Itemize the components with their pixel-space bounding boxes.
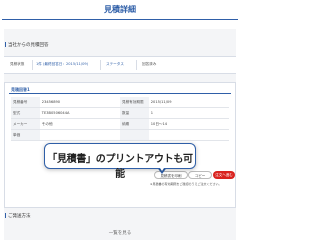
summary-status-heading: ステータス	[106, 62, 124, 66]
field-label: 数量	[119, 107, 149, 119]
quote-summary: 見積状態 1件 (最終回答日：2015/11/09) ステータス 回答済み	[4, 56, 236, 74]
summary-status-value: 回答済み	[142, 62, 157, 66]
field-value: 2015/11/09	[148, 97, 229, 108]
divider	[32, 60, 33, 70]
summary-count[interactable]: 1件 (最終回答日：2015/11/09)	[36, 62, 88, 67]
field-label: 見積有効期限	[119, 97, 149, 108]
table-row: メーカー その他 納期 10日～14	[11, 118, 229, 130]
divider	[136, 60, 137, 70]
callout-bubble: 「見積書」のプリントアウトも可能	[44, 143, 196, 180]
field-label	[119, 129, 149, 141]
section-title-quote-answer: 当社からの見積回答	[5, 42, 49, 48]
table-row: 見積番号 23456890 見積有効期限 2015/11/09	[11, 97, 229, 108]
detail-divider	[9, 93, 231, 94]
quote-note: ※見積書の有効期限をご確認のうえご注文ください。	[150, 182, 222, 186]
section-title-shipping: ご発送方法	[5, 213, 31, 219]
field-label: 単価	[11, 129, 40, 141]
field-value: TE3B0506044A	[39, 107, 120, 119]
divider	[100, 60, 101, 70]
field-label: 見積番号	[11, 97, 40, 108]
callout-text: 「見積書」のプリントアウトも可能	[47, 154, 193, 180]
table-row: 単価	[11, 129, 229, 141]
field-value	[39, 129, 120, 141]
field-value: その他	[39, 118, 120, 130]
order-button[interactable]: 注文へ進む	[213, 171, 235, 179]
field-value: 23456890	[39, 97, 120, 108]
table-row: 型式 TE3B0506044A 数量 1	[11, 107, 229, 119]
field-label: 納期	[119, 118, 149, 130]
field-value: 10日～14	[148, 118, 229, 130]
field-value: 1	[148, 107, 229, 119]
footer-link[interactable]: 一覧を見る	[0, 230, 240, 236]
callout-tail-inner	[157, 165, 166, 171]
header-divider	[2, 19, 238, 20]
app-header: 見積詳細	[0, 0, 240, 18]
summary-status-label: 見積状態	[10, 62, 25, 66]
page-title: 見積詳細	[104, 5, 136, 14]
field-label: 型式	[11, 107, 40, 119]
field-value	[148, 129, 229, 141]
quote-detail-table: 見積番号 23456890 見積有効期限 2015/11/09 型式 TE3B0…	[11, 97, 229, 141]
field-label: メーカー	[11, 118, 40, 130]
